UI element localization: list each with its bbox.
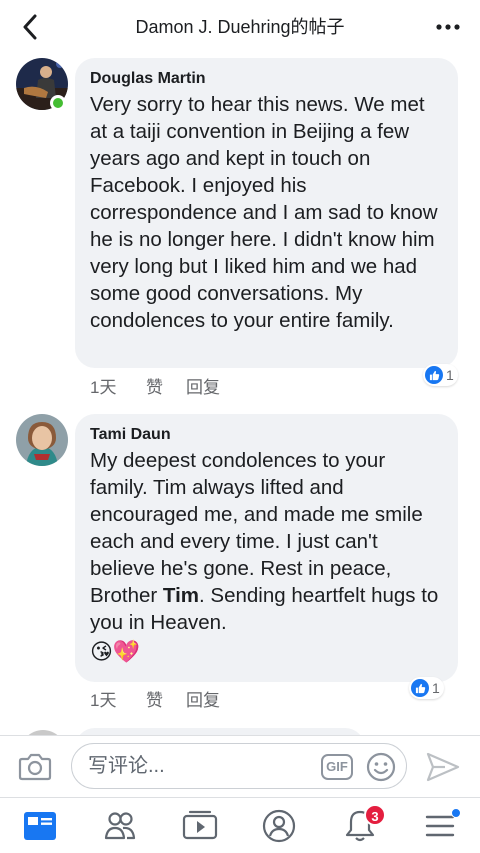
comment-text: My deepest condolences to your family. T… <box>90 447 443 636</box>
gif-button[interactable]: GIF <box>321 754 353 780</box>
comment-actions: 1天 赞 回复 <box>90 373 220 398</box>
notification-badge: 3 <box>364 804 386 826</box>
comment-author[interactable]: Douglas Martin <box>90 69 443 89</box>
menu-indicator-dot <box>451 808 461 818</box>
reaction-count[interactable]: 1 <box>423 364 458 386</box>
like-button[interactable]: 赞 <box>146 373 186 398</box>
top-bar: Damon J. Duehring的帖子 <box>0 0 480 54</box>
comment-emojis: 😘💖 <box>90 639 141 664</box>
camera-button[interactable] <box>18 752 52 782</box>
tab-friends[interactable] <box>100 806 140 846</box>
reply-button[interactable]: 回复 <box>186 686 220 711</box>
send-button[interactable] <box>425 751 461 783</box>
avatar[interactable] <box>16 414 68 466</box>
camera-icon <box>18 753 52 781</box>
comment-bubble[interactable]: Tami Daun My deepest condolences to your… <box>75 414 458 682</box>
reply-button[interactable]: 回复 <box>186 373 220 398</box>
comment-composer: GIF <box>0 735 480 797</box>
friends-icon <box>104 812 136 840</box>
like-reaction-icon <box>425 366 443 384</box>
comment-input-box[interactable]: GIF <box>71 743 407 789</box>
reaction-count-label: 1 <box>432 680 440 696</box>
ellipsis-icon <box>436 24 460 30</box>
emoji-button[interactable] <box>366 752 396 782</box>
mentioned-name[interactable]: Tim <box>163 584 199 607</box>
comment-bubble[interactable]: Douglas Martin Very sorry to hear this n… <box>75 58 458 368</box>
reaction-count[interactable]: 1 <box>409 677 444 699</box>
comment-time: 1天 <box>90 378 117 397</box>
comment-actions: 1天 赞 回复 <box>90 686 220 711</box>
comment-input[interactable] <box>88 744 318 788</box>
like-button[interactable]: 赞 <box>146 686 186 711</box>
tab-profile[interactable] <box>259 806 299 846</box>
comment-text: Very sorry to hear this news. We met at … <box>90 93 438 332</box>
like-reaction-icon <box>411 679 429 697</box>
tab-watch[interactable] <box>180 806 220 846</box>
comment-time: 1天 <box>90 691 117 710</box>
reaction-count-label: 1 <box>446 367 454 383</box>
watch-icon <box>182 810 218 840</box>
bottom-tab-bar: 3 <box>0 797 480 853</box>
page-title: Damon J. Duehring的帖子 <box>135 17 345 37</box>
send-icon <box>426 752 460 782</box>
tab-news-feed[interactable] <box>20 806 60 846</box>
smiley-icon <box>366 752 396 782</box>
comment-author[interactable]: Tami Daun <box>90 425 443 445</box>
profile-icon <box>262 809 296 843</box>
menu-icon <box>425 815 455 837</box>
more-options-button[interactable] <box>430 11 466 43</box>
news-feed-icon <box>24 812 56 840</box>
online-status-dot <box>50 95 66 111</box>
